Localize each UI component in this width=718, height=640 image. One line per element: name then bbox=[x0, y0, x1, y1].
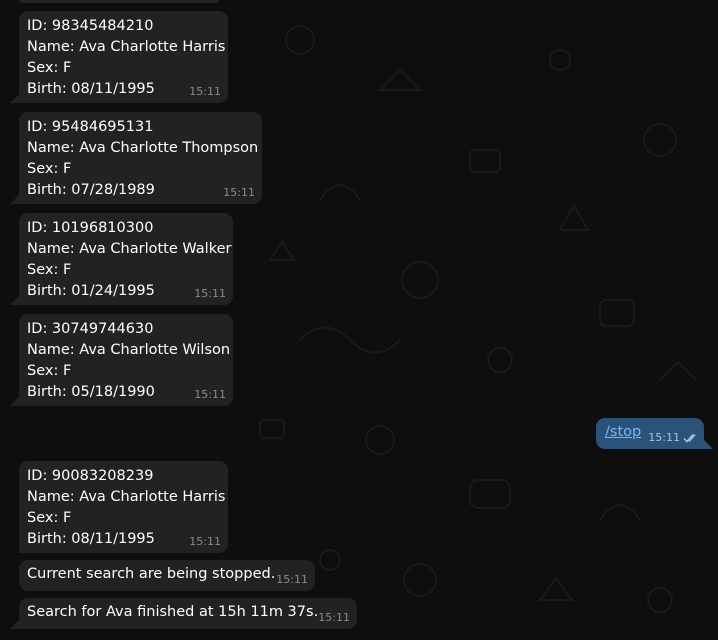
message-time: 15:11 bbox=[318, 611, 350, 624]
message-bubble[interactable]: ID: 30749744630 Name: Ava Charlotte Wils… bbox=[19, 314, 233, 406]
outgoing-message-bubble[interactable]: /stop 15:11 bbox=[596, 418, 704, 449]
message-bubble[interactable]: ID: 98345484210 Name: Ava Charlotte Harr… bbox=[19, 11, 228, 103]
message-line: Name: Ava Charlotte Harris bbox=[27, 39, 226, 55]
message-line: Name: Ava Charlotte Walker bbox=[27, 241, 232, 257]
message-line: Name: Ava Charlotte Wilson bbox=[27, 342, 231, 358]
message-time: 15:11 bbox=[194, 287, 226, 300]
double-check-icon bbox=[683, 434, 696, 443]
message-line: Sex: F bbox=[27, 262, 72, 278]
message-line: Sex: F bbox=[27, 510, 72, 526]
message-time: 15:11 bbox=[276, 573, 308, 586]
message-bubble[interactable]: ID: 95484695131 Name: Ava Charlotte Thom… bbox=[19, 112, 262, 204]
stop-command-link[interactable]: /stop bbox=[605, 424, 641, 440]
message-line: Name: Ava Charlotte Harris bbox=[27, 489, 226, 505]
message-bubble[interactable]: Current search are being stopped. 15:11 bbox=[19, 560, 315, 591]
message-line: Current search are being stopped. bbox=[27, 566, 276, 582]
bubble-tail bbox=[10, 94, 19, 103]
message-bubble[interactable]: ID: 90083208239 Name: Ava Charlotte Harr… bbox=[19, 461, 228, 553]
bubble-tail bbox=[10, 296, 19, 305]
message-bubble[interactable]: ID: 10196810300 Name: Ava Charlotte Walk… bbox=[19, 213, 233, 305]
previous-message-edge bbox=[19, 0, 219, 3]
message-time: 15:11 bbox=[223, 186, 255, 199]
message-line: Sex: F bbox=[27, 60, 72, 76]
message-line: Name: Ava Charlotte Thompson bbox=[27, 140, 259, 156]
bubble-tail bbox=[10, 620, 19, 629]
message-bubble[interactable]: Search for Ava finished at 15h 11m 37s. … bbox=[19, 598, 357, 629]
message-line: Search for Ava finished at 15h 11m 37s. bbox=[27, 604, 319, 620]
message-time: 15:11 bbox=[189, 85, 221, 98]
message-line: Birth: 07/28/1989 bbox=[27, 182, 155, 198]
message-time: 15:11 bbox=[194, 388, 226, 401]
message-line: ID: 95484695131 bbox=[27, 119, 154, 135]
bubble-tail bbox=[704, 440, 713, 449]
bubble-tail bbox=[10, 397, 19, 406]
message-line: ID: 30749744630 bbox=[27, 321, 154, 337]
message-line: ID: 90083208239 bbox=[27, 468, 154, 484]
bubble-tail bbox=[10, 195, 19, 204]
message-time: 15:11 bbox=[189, 535, 221, 548]
message-line: ID: 10196810300 bbox=[27, 220, 154, 236]
message-line: Sex: F bbox=[27, 363, 72, 379]
message-time: 15:11 bbox=[648, 431, 680, 444]
message-line: Sex: F bbox=[27, 161, 72, 177]
message-line: ID: 98345484210 bbox=[27, 18, 154, 34]
